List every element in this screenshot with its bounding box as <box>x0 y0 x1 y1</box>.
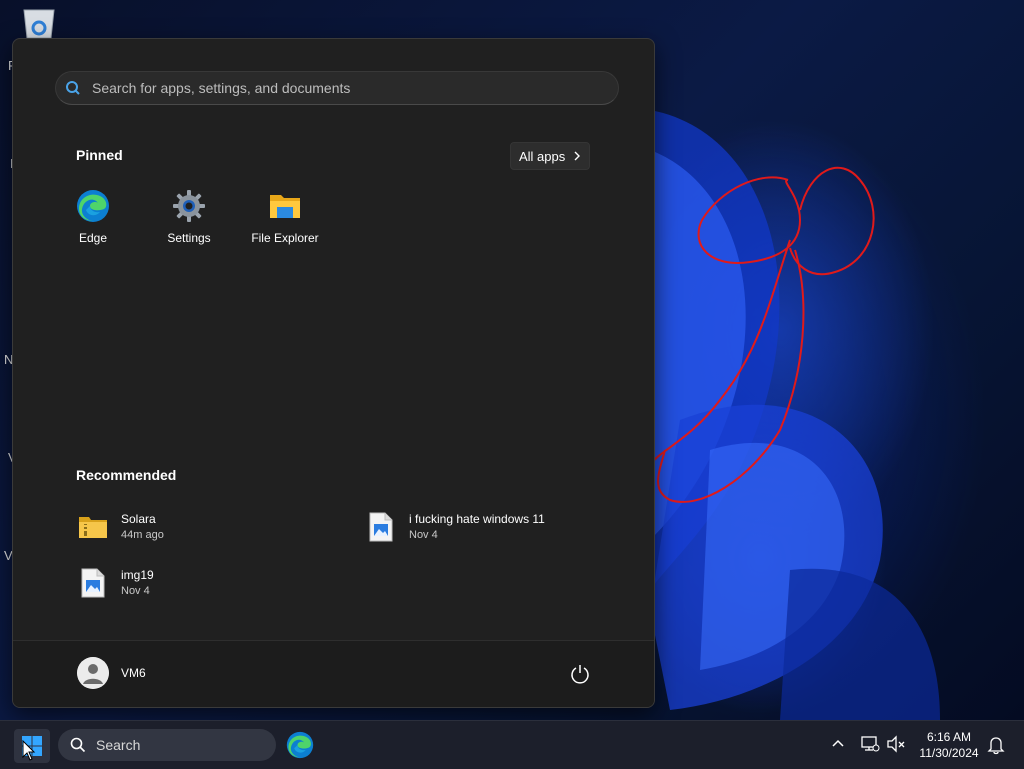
image-file-icon <box>365 511 397 543</box>
power-button[interactable] <box>569 663 591 685</box>
recommended-item-time: Nov 4 <box>409 529 438 541</box>
recommended-item-name: i fucking hate windows 11 <box>409 512 545 526</box>
image-file-icon <box>77 567 109 599</box>
start-search-input[interactable] <box>90 79 618 97</box>
recycle-bin-icon[interactable] <box>20 8 58 40</box>
start-menu-footer: VM6 <box>13 640 654 707</box>
pinned-app-file-explorer[interactable]: File Explorer <box>237 189 333 259</box>
user-name: VM6 <box>121 666 146 680</box>
notification-bell-icon[interactable] <box>987 735 1005 755</box>
taskbar-search[interactable]: Search <box>58 729 276 761</box>
edge-icon <box>286 731 314 759</box>
settings-gear-icon <box>172 189 206 223</box>
pinned-app-label: Edge <box>78 231 108 245</box>
volume-muted-icon[interactable] <box>886 735 906 753</box>
pinned-title: Pinned <box>76 147 123 163</box>
taskbar: Search 6:16 AM 11/30/2024 <box>0 720 1024 769</box>
zip-folder-icon <box>77 511 109 543</box>
recommended-item-image[interactable]: i fucking hate windows 11 Nov 4 <box>365 507 545 547</box>
recommended-item-solara[interactable]: Solara 44m ago <box>77 507 164 547</box>
recommended-item-time: Nov 4 <box>121 585 150 597</box>
recommended-item-name: Solara <box>121 512 156 526</box>
folder-icon <box>268 189 302 223</box>
taskbar-edge-button[interactable] <box>286 731 314 759</box>
pinned-app-label: Settings <box>167 231 211 245</box>
pinned-app-settings[interactable]: Settings <box>141 189 237 259</box>
search-icon <box>64 79 82 97</box>
pinned-app-edge[interactable]: Edge <box>45 189 141 259</box>
avatar <box>77 657 109 689</box>
network-icon[interactable] <box>860 735 880 753</box>
chevron-right-icon <box>573 149 581 164</box>
start-menu: Pinned All apps Edge <box>12 38 655 708</box>
clock-time: 6:16 AM <box>926 730 972 744</box>
all-apps-label: All apps <box>519 148 566 164</box>
edge-icon <box>76 189 110 223</box>
start-search-box[interactable] <box>55 71 619 105</box>
power-icon <box>571 665 589 684</box>
recommended-title: Recommended <box>76 467 177 483</box>
mouse-cursor-icon <box>22 739 36 762</box>
clock-date: 11/30/2024 <box>919 746 979 760</box>
recommended-item-time: 44m ago <box>121 529 164 541</box>
pinned-app-label: File Explorer <box>251 231 319 245</box>
recommended-item-name: img19 <box>121 568 154 582</box>
taskbar-clock[interactable]: 6:16 AM 11/30/2024 <box>916 729 982 761</box>
show-hidden-icons-chevron-icon[interactable] <box>829 735 847 753</box>
all-apps-button[interactable]: All apps <box>510 142 591 170</box>
recommended-item-img19[interactable]: img19 Nov 4 <box>77 563 154 603</box>
red-scribble-drawing <box>649 166 875 503</box>
taskbar-search-label: Search <box>96 737 141 753</box>
user-account-button[interactable]: VM6 <box>77 657 146 689</box>
search-icon <box>70 737 86 753</box>
